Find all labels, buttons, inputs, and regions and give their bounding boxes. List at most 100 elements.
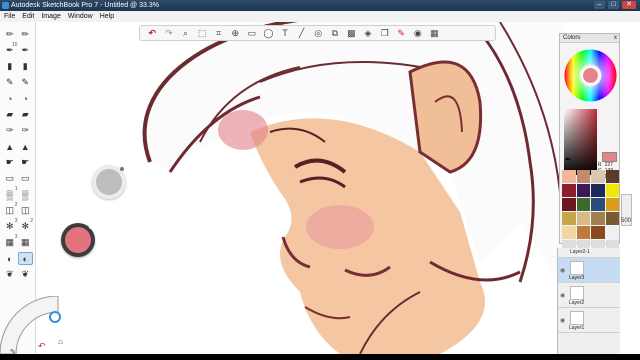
color-swatch[interactable] — [605, 198, 619, 211]
lagoon-icon[interactable]: ▦ — [426, 26, 443, 40]
color-swatch[interactable] — [605, 226, 619, 239]
color-swatch[interactable] — [591, 212, 605, 225]
color-swatch[interactable] — [591, 198, 605, 211]
brush-slot[interactable]: ❦ — [2, 268, 18, 281]
splatter-icon: ✻ — [5, 221, 14, 231]
puck-dot-icon — [120, 167, 124, 171]
lagoon-menu[interactable]: ↶ ⌂ ✎ — [0, 296, 80, 354]
color-swatch[interactable] — [591, 184, 605, 197]
brush-slot[interactable]: ◔ — [18, 92, 34, 105]
color-swatch[interactable] — [576, 170, 590, 183]
saturation-value-picker[interactable] — [564, 109, 597, 175]
brush-slot[interactable]: ✻ 3 — [2, 218, 18, 233]
brush-slot[interactable]: ▒ — [18, 188, 34, 201]
eyedropper-icon[interactable]: ✒ — [565, 155, 572, 164]
brush-slot[interactable]: ✏ — [18, 28, 34, 41]
brush-slot[interactable]: ◐ — [17, 252, 33, 265]
brush-slot[interactable]: ✑ — [18, 124, 34, 137]
color-wheel[interactable] — [563, 48, 618, 103]
color-swatch[interactable] — [591, 170, 605, 183]
brush-slot[interactable]: ✑ — [2, 124, 18, 137]
brush-slot[interactable]: ◫ — [18, 204, 34, 217]
symmetry-icon[interactable]: ⧉ — [327, 26, 344, 40]
visibility-icon[interactable]: ◉ — [560, 317, 565, 324]
brush-slot[interactable]: ▭ — [18, 172, 34, 185]
color-swatch[interactable] — [562, 170, 576, 183]
brush-slot[interactable]: ◐ — [2, 252, 18, 265]
zoom-icon[interactable]: ⌕ — [177, 26, 194, 40]
brush-slot[interactable]: ✒ — [18, 44, 34, 57]
crop-icon[interactable]: ⌗ — [210, 26, 227, 40]
perspective-icon[interactable]: ◈ — [360, 26, 377, 40]
marker-icon: ▮ — [7, 61, 13, 71]
color-swatch[interactable] — [576, 212, 590, 225]
menu-window[interactable]: Window — [68, 11, 93, 22]
layer-item[interactable]: ◉ Layer2 — [558, 283, 620, 308]
undo-icon[interactable]: ↶ — [144, 26, 161, 40]
brush-slot[interactable]: ☛ — [2, 156, 18, 169]
brush-slot[interactable]: ◫ 2 — [2, 202, 17, 217]
visibility-icon[interactable]: ◉ — [560, 267, 565, 274]
layer-group-header[interactable]: Layer2-1 — [558, 248, 620, 258]
menu-image[interactable]: Image — [41, 11, 60, 22]
transform-icon[interactable]: ⊕ — [227, 26, 244, 40]
brush-icon: ✎ — [5, 77, 14, 87]
color-puck[interactable] — [61, 223, 95, 257]
redo-icon[interactable]: ↷ — [161, 26, 178, 40]
menu-file[interactable]: File — [4, 11, 15, 22]
brush-slot[interactable]: ✻ 2 — [18, 218, 33, 233]
brush-slot[interactable]: ✏ — [2, 28, 18, 41]
brush-slot[interactable]: ▲ — [2, 140, 18, 153]
close-button[interactable]: ✕ — [622, 1, 636, 9]
maximize-button[interactable]: □ — [608, 1, 619, 9]
ellipse-icon[interactable]: ◯ — [260, 26, 277, 40]
color-swatch[interactable] — [562, 184, 576, 197]
brush-slot[interactable]: ▭ — [2, 172, 18, 185]
close-icon[interactable]: x — [614, 34, 617, 43]
visibility-icon[interactable]: ◉ — [560, 292, 565, 299]
brush-slot[interactable]: ◔ — [2, 92, 18, 105]
brush-slot[interactable]: ✒ 15 — [2, 42, 18, 57]
pattern-icon: ▦ — [20, 237, 30, 247]
brush-puck[interactable] — [92, 165, 126, 199]
line-icon[interactable]: ╱ — [293, 26, 310, 40]
color-swatch[interactable] — [605, 184, 619, 197]
layer-item[interactable]: ◉ Layer3 — [558, 258, 620, 283]
brush-slot[interactable]: ✎ — [18, 76, 34, 89]
minimize-button[interactable]: – — [594, 1, 605, 9]
ruler-icon[interactable]: ▭ — [244, 26, 261, 40]
select-icon[interactable]: ⬚ — [194, 26, 211, 40]
brush-slot[interactable]: ❦ — [18, 268, 34, 281]
brush-slot[interactable]: ✎ — [2, 76, 18, 89]
brush-slot[interactable]: ▲ — [18, 140, 34, 153]
layer-icon[interactable]: ❐ — [376, 26, 393, 40]
color-swatch[interactable] — [605, 212, 619, 225]
brush-slot[interactable]: ▮ — [18, 60, 34, 73]
color-swatch[interactable] — [562, 212, 576, 225]
layer-item[interactable]: ◉ Layer1 — [558, 308, 620, 333]
main-toolbar: ↶ ↷ ⌕ ⬚ ⌗ ⊕ ▭ ◯ T ╱ ◎ ⧉ ▩ ◈ ❐ ✎ ◉ ▦ — [139, 25, 496, 41]
brush-slot[interactable]: ▒ 1 — [2, 186, 18, 201]
color-swatch[interactable] — [562, 198, 576, 211]
brush-slot[interactable]: ▦ — [18, 236, 34, 249]
menu-edit[interactable]: Edit — [22, 11, 34, 22]
text-icon[interactable]: T — [277, 26, 294, 40]
color-swatch[interactable] — [591, 226, 605, 239]
curve-icon[interactable]: ◎ — [310, 26, 327, 40]
menu-help[interactable]: Help — [100, 11, 114, 22]
brush-icon[interactable]: ✎ — [393, 26, 410, 40]
color-swatch[interactable] — [576, 226, 590, 239]
brush-slot[interactable]: ▮ — [2, 60, 18, 73]
layers-panel: Layer2-1 ◉ Layer3 ◉ Layer2 ◉ Layer1 — [557, 248, 620, 354]
brush-slot[interactable]: ▰ — [18, 108, 34, 121]
color-swatch[interactable] — [605, 170, 619, 183]
brush-slot[interactable]: ▰ — [2, 108, 18, 121]
color-swatch[interactable] — [562, 226, 576, 239]
color-swatch[interactable] — [576, 184, 590, 197]
brush-slot[interactable]: ☛ — [18, 156, 34, 169]
brush-slot[interactable]: ▦ 3 — [2, 234, 17, 249]
color-swatch[interactable] — [576, 198, 590, 211]
window-title: Autodesk SketchBook Pro 7 - Untitled @ 3… — [11, 2, 159, 9]
fill-icon[interactable]: ▩ — [343, 26, 360, 40]
color-wheel-icon[interactable]: ◉ — [410, 26, 427, 40]
